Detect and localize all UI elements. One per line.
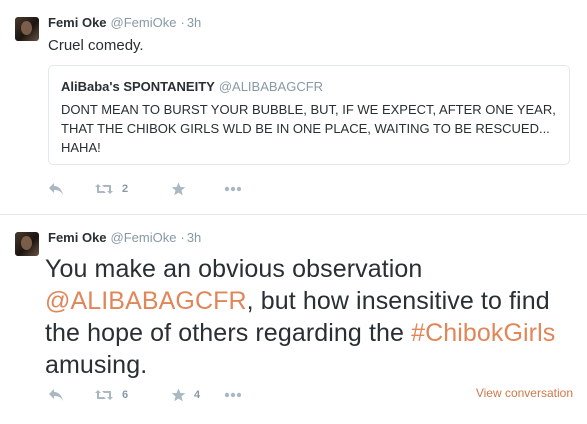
quoted-tweet-text: DONT MEAN TO BURST YOUR BUBBLE, BUT, IF …: [61, 102, 556, 155]
retweet-icon: [95, 184, 113, 194]
retweet-count: 2: [122, 183, 129, 195]
timestamp[interactable]: 3h: [187, 15, 201, 30]
author-handle[interactable]: @FemiOke: [111, 230, 177, 245]
retweet-icon: [95, 390, 113, 400]
favorite-button[interactable]: 4: [171, 388, 200, 402]
tweet-text: Cruel comedy.: [48, 37, 144, 54]
author-handle[interactable]: @FemiOke: [111, 15, 177, 30]
tweet-header: Femi Oke @FemiOke · 3h: [48, 230, 201, 245]
mention-link[interactable]: @ALIBABAGCFR: [45, 287, 247, 315]
favorite-star-icon: [171, 388, 186, 402]
tweet[interactable]: Femi Oke @FemiOke · 3h You make an obvious …: [0, 215, 587, 424]
more-button[interactable]: [223, 388, 243, 402]
tweet[interactable]: Femi Oke @FemiOke · 3h Cruel comedy. AliBab…: [0, 0, 587, 215]
more-dots-icon: [224, 186, 242, 192]
retweet-button[interactable]: 6: [94, 388, 128, 402]
favorite-count: 4: [194, 389, 201, 401]
favorite-button[interactable]: [171, 182, 194, 196]
author-fullname[interactable]: Femi Oke: [48, 230, 107, 245]
reply-icon: [49, 183, 63, 195]
view-conversation-link[interactable]: View conversation: [476, 386, 573, 400]
more-dots-icon: [224, 392, 242, 398]
tweet-header: Femi Oke @FemiOke · 3h: [48, 15, 201, 30]
quoted-tweet-header: AliBaba's SPONTANEITY @ALIBABAGCFR: [61, 79, 323, 94]
separator: ·: [180, 230, 185, 245]
avatar[interactable]: [15, 232, 39, 256]
hashtag-link[interactable]: #ChibokGirls: [411, 319, 555, 347]
favorite-star-icon: [171, 182, 186, 196]
avatar[interactable]: [15, 17, 39, 41]
tweet-text-part: amusing.: [45, 351, 148, 379]
tweet-text: You make an obvious observation @ALIBABA…: [45, 253, 565, 381]
quoted-tweet[interactable]: AliBaba's SPONTANEITY @ALIBABAGCFR DONT M…: [48, 65, 570, 165]
separator: ·: [180, 15, 185, 30]
tweet-text-part: You make an obvious observation: [45, 255, 423, 283]
quoted-author-handle: @ALIBABAGCFR: [218, 79, 324, 94]
timestamp[interactable]: 3h: [187, 230, 201, 245]
retweet-count: 6: [122, 389, 129, 401]
more-button[interactable]: [223, 182, 243, 196]
quoted-author-name: AliBaba's SPONTANEITY: [61, 79, 215, 94]
reply-button[interactable]: [48, 388, 64, 402]
author-fullname[interactable]: Femi Oke: [48, 15, 107, 30]
retweet-button[interactable]: 2: [94, 182, 128, 196]
reply-button[interactable]: [48, 182, 64, 196]
reply-icon: [49, 389, 63, 401]
